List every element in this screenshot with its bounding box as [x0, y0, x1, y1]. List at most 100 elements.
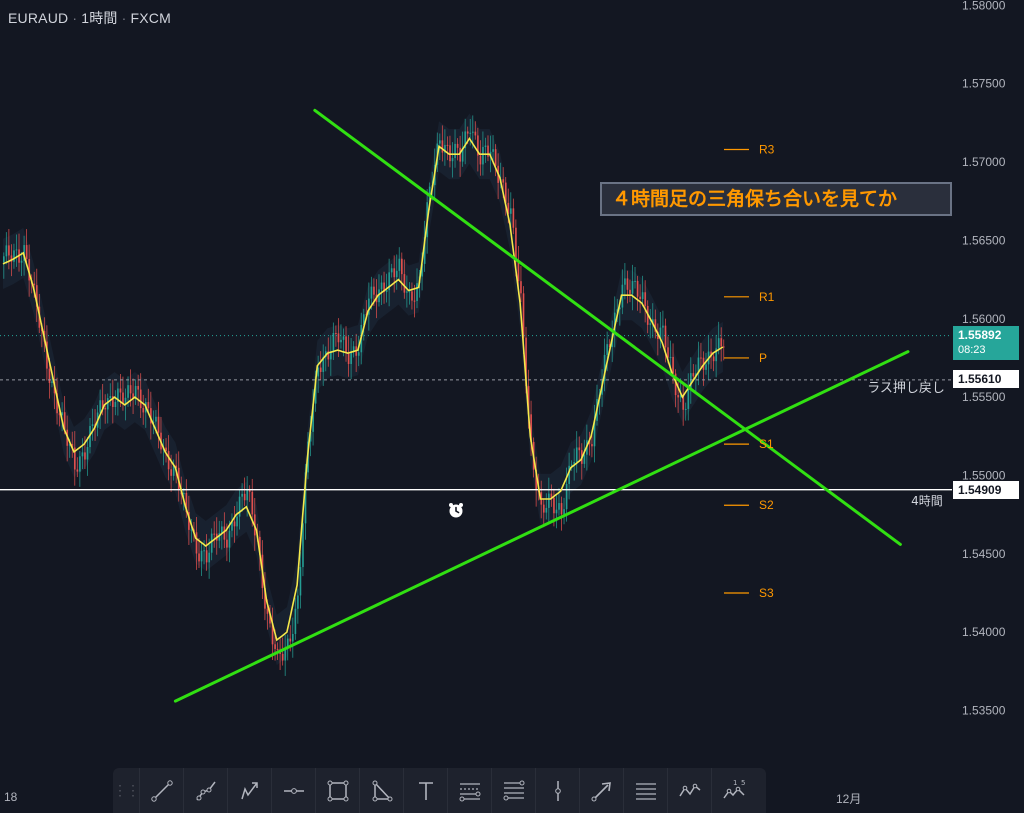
alarm-clock-icon[interactable]: [447, 501, 465, 519]
x-axis-label-december: 12月: [836, 792, 862, 806]
annotation-text: ４時間足の三角保ち合いを見てか: [612, 188, 898, 210]
arrow-tool-icon[interactable]: [579, 768, 623, 813]
candle-body: [142, 408, 145, 413]
triangle-tool-icon[interactable]: [359, 768, 403, 813]
candle-body: [139, 389, 142, 409]
x-axis-label-18: 18: [4, 790, 18, 804]
candle-body: [641, 292, 644, 300]
candle-body: [228, 530, 231, 548]
candle-body: [471, 131, 474, 133]
candle-body: [555, 509, 558, 514]
candle-body: [167, 451, 170, 470]
candle-body: [20, 260, 23, 263]
candle-body: [545, 507, 548, 513]
candle-body: [466, 131, 469, 134]
candle-body: [370, 286, 373, 299]
candle-body: [119, 388, 122, 393]
candle-body: [575, 447, 578, 462]
candle-body: [492, 149, 494, 152]
candle-body: [294, 608, 297, 634]
candle-body: [3, 256, 5, 263]
candle-body: [8, 245, 10, 256]
chart-canvas[interactable]: R3R2R1PS1S2S3 1.535001.540001.545001.550…: [0, 0, 1024, 813]
candle-body: [236, 516, 238, 527]
y-tick-label: 1.54500: [962, 547, 1006, 561]
elliott-wave-tool-icon[interactable]: 15: [711, 768, 755, 813]
four-hour-price-tag: 1.54909: [953, 481, 1019, 499]
vertical-line-tool-icon[interactable]: [535, 768, 579, 813]
candle-body: [548, 493, 550, 508]
ruler-tool-icon[interactable]: [623, 768, 667, 813]
candle-body: [13, 250, 15, 262]
annotation-textbox[interactable]: ４時間足の三角保ち合いを見てか: [600, 182, 952, 216]
rectangle-tool-icon[interactable]: [315, 768, 359, 813]
candle-body: [129, 385, 132, 394]
candle-body: [565, 483, 568, 510]
candle-body: [347, 352, 350, 364]
candle-body: [484, 145, 487, 147]
candle-body: [350, 352, 352, 364]
text-tool-icon[interactable]: [403, 768, 447, 813]
horizontal-ray-tool-icon[interactable]: [271, 768, 315, 813]
candle-body: [510, 208, 512, 214]
candle-body: [553, 497, 555, 514]
candle-body: [482, 146, 484, 165]
fib-retracement-tool-icon[interactable]: [491, 768, 535, 813]
candle-body: [380, 282, 383, 290]
candle-body: [25, 245, 28, 260]
candle-body: [439, 140, 441, 144]
symbol-timeframe: 1時間: [81, 10, 118, 26]
candle-body: [578, 447, 581, 451]
candle-body: [33, 283, 36, 286]
candle-body: [591, 444, 593, 447]
candle-body: [634, 280, 636, 282]
long-position-tool-icon[interactable]: [447, 768, 491, 813]
symbol-title: EURAUD · 1時間 · FXCM: [8, 10, 171, 26]
candle-body: [664, 325, 667, 348]
candle-body: [48, 368, 51, 383]
candle-body: [705, 364, 707, 370]
candle-body: [182, 492, 185, 495]
candle-body: [398, 258, 401, 271]
candle-body: [114, 401, 117, 407]
candle-body: [520, 281, 522, 294]
y-tick-label: 1.54000: [962, 625, 1006, 639]
candle-body: [289, 638, 292, 642]
candle-body: [717, 338, 720, 349]
y-tick-label: 1.56000: [962, 312, 1006, 326]
pivot-label-s2: S2: [759, 498, 774, 512]
trendline-tool-icon[interactable]: [139, 768, 183, 813]
candle-body: [479, 155, 482, 165]
candle-body: [700, 357, 702, 359]
candle-body: [276, 648, 279, 650]
candle-body: [337, 333, 340, 343]
current-price-tag: 1.55892 08:23: [953, 326, 1019, 360]
candle-body: [200, 550, 203, 562]
pitchfork-tool-icon[interactable]: [183, 768, 227, 813]
candle-body: [644, 292, 647, 306]
candle-body: [147, 402, 150, 409]
candle-body: [5, 245, 8, 257]
candle-body: [639, 296, 641, 300]
candle-body: [345, 336, 347, 353]
candle-body: [238, 496, 241, 517]
candle-body: [720, 338, 723, 347]
candle-body: [469, 132, 472, 134]
candle-body: [81, 452, 84, 457]
brush-tool-icon[interactable]: [227, 768, 271, 813]
toolbar-drag-handle-icon[interactable]: ⋮⋮: [113, 768, 140, 813]
candle-body: [494, 149, 497, 166]
xabcd-pattern-tool-icon[interactable]: [667, 768, 711, 813]
candle-body: [649, 323, 652, 325]
candle-body: [373, 286, 375, 295]
candle-body: [416, 283, 418, 302]
candle-body: [84, 452, 86, 460]
candle-body: [281, 653, 284, 661]
candle-body: [213, 533, 216, 535]
y-tick-label: 1.55500: [962, 390, 1006, 404]
candle-body: [203, 550, 205, 552]
candle-body: [208, 552, 211, 563]
candle-body: [170, 469, 173, 476]
pivot-label-s1: S1: [759, 437, 774, 451]
candle-body: [712, 356, 715, 362]
